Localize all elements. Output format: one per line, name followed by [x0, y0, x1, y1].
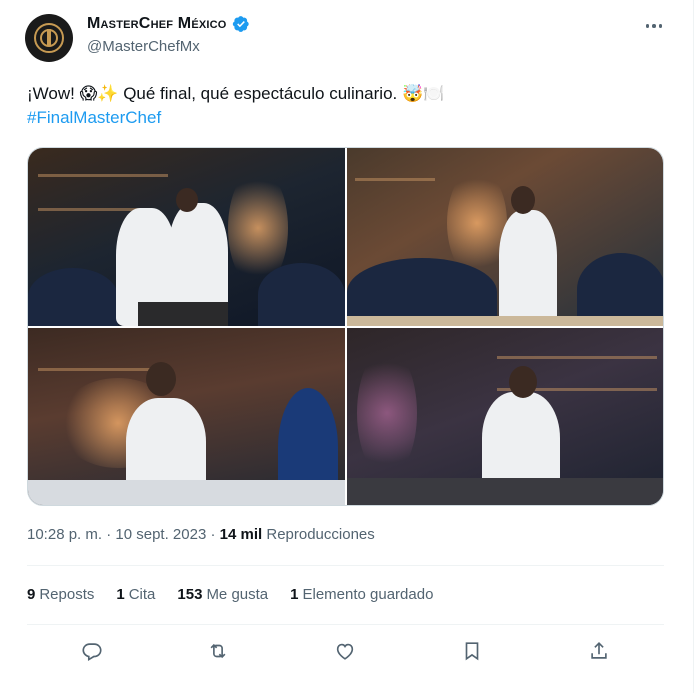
quotes-stat[interactable]: 1 Cita [116, 586, 155, 603]
photo-1[interactable] [28, 148, 345, 326]
likes-stat[interactable]: 153 Me gusta [177, 586, 268, 603]
reply-button[interactable] [79, 638, 105, 664]
share-icon [591, 642, 607, 659]
repost-icon [210, 643, 226, 659]
action-bar [27, 638, 664, 664]
bookmark-button[interactable] [459, 638, 485, 664]
avatar[interactable] [25, 14, 73, 62]
more-options-button[interactable] [643, 16, 665, 36]
tweet-date[interactable]: 10 sept. 2023 [115, 526, 206, 543]
author-name-row: MasterChef México [87, 15, 250, 33]
share-button[interactable] [586, 638, 612, 664]
like-button[interactable] [332, 638, 358, 664]
tweet-card: MasterChef México @MasterChefMx ¡Wow! 😱✨… [0, 0, 694, 693]
photo-4[interactable] [347, 328, 663, 505]
media-grid [27, 147, 664, 506]
bookmarks-stat[interactable]: 1 Elemento guardado [290, 586, 433, 603]
photo-2[interactable] [347, 148, 663, 326]
bookmark-icon [465, 642, 479, 661]
tweet-time[interactable]: 10:28 p. m. [27, 526, 102, 543]
reposts-stat[interactable]: 9 Reposts [27, 586, 94, 603]
account-handle[interactable]: @MasterChefMx [87, 38, 200, 55]
reply-icon [82, 643, 102, 661]
views-label: Reproducciones [266, 526, 375, 543]
verified-badge-icon[interactable] [232, 15, 250, 33]
more-dots-icon [645, 24, 650, 28]
photo-3[interactable] [28, 328, 345, 505]
divider [27, 565, 664, 566]
heart-icon [336, 643, 354, 660]
tweet-meta: 10:28 p. m. · 10 sept. 2023 · 14 mil Rep… [27, 526, 375, 543]
hashtag-link[interactable]: #FinalMasterChef [27, 108, 161, 128]
divider [27, 624, 664, 625]
display-name[interactable]: MasterChef México [87, 15, 227, 33]
views-count: 14 mil [219, 526, 263, 543]
engagement-stats: 9 Reposts 1 Cita 153 Me gusta 1 Elemento gua… [27, 586, 433, 603]
repost-button[interactable] [205, 638, 231, 664]
tweet-text: ¡Wow! 😱✨ Qué final, qué espectáculo culi… [27, 84, 445, 104]
